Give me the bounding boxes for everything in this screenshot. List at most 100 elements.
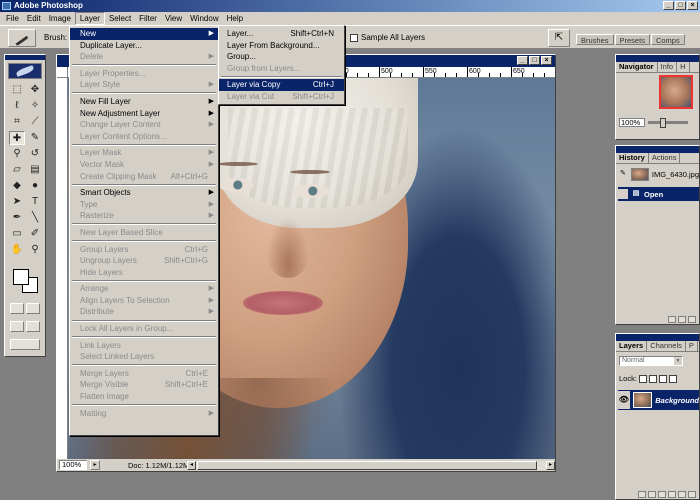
sample-all-layers-checkbox[interactable]: [350, 33, 358, 42]
navigator-zoom-field[interactable]: 100%: [619, 118, 645, 127]
menu-item-new-layer-based-slice[interactable]: New Layer Based Slice: [70, 227, 218, 239]
lasso-tool-icon[interactable]: ℓ: [9, 99, 25, 113]
navigator-preview[interactable]: [659, 75, 693, 109]
minimize-button[interactable]: _: [663, 1, 674, 10]
new-document-from-state-icon[interactable]: [668, 315, 676, 323]
scroll-thumb[interactable]: [197, 461, 537, 470]
menu-item-layer-properties[interactable]: Layer Properties...: [70, 68, 218, 80]
menu-edit[interactable]: Edit: [23, 12, 45, 25]
tab-info[interactable]: Info: [658, 62, 678, 72]
chevron-down-icon[interactable]: ▼: [674, 357, 682, 365]
menu-item-new[interactable]: New ▶: [70, 28, 218, 40]
menu-item-ungroup-layers[interactable]: Ungroup Layers Shift+Ctrl+G: [70, 255, 218, 267]
brush-tool-icon[interactable]: ✎: [27, 131, 43, 145]
close-button[interactable]: ×: [687, 1, 698, 10]
menu-item-create-clipping-mask[interactable]: Create Clipping Mask Alt+Ctrl+G: [70, 171, 218, 183]
menu-item-group[interactable]: Group...: [219, 51, 344, 63]
menu-item-matting[interactable]: Matting ▶: [70, 408, 218, 420]
link-layers-icon[interactable]: [638, 490, 646, 498]
menu-item-new-fill-layer[interactable]: New Fill Layer ▶: [70, 96, 218, 108]
history-state-open[interactable]: ▤ Open: [618, 187, 699, 201]
history-brush-tool-icon[interactable]: ↺: [27, 147, 43, 161]
scroll-left-arrow-icon[interactable]: ◂: [187, 461, 196, 470]
hand-tool-icon[interactable]: ✋: [9, 243, 25, 257]
pen-tool-icon[interactable]: ✒: [9, 211, 25, 225]
notes-tool-icon[interactable]: ▭: [9, 227, 25, 241]
magic-wand-tool-icon[interactable]: ✧: [27, 99, 43, 113]
menu-item-group-from-layers[interactable]: Group from Layers...: [219, 63, 344, 75]
blend-mode-select[interactable]: Normal ▼: [619, 356, 683, 366]
new-layer-icon[interactable]: [678, 490, 686, 498]
menu-item-arrange[interactable]: Arrange ▶: [70, 283, 218, 295]
menu-file[interactable]: File: [2, 12, 23, 25]
dodge-tool-icon[interactable]: ●: [27, 179, 43, 193]
menu-image[interactable]: Image: [45, 12, 75, 25]
new-snapshot-icon[interactable]: [678, 315, 686, 323]
menu-item-change-layer-content[interactable]: Change Layer Content ▶: [70, 119, 218, 131]
tab-navigator[interactable]: Navigator: [616, 62, 658, 72]
layer-style-icon[interactable]: [648, 490, 656, 498]
layer-row-background[interactable]: 👁 Background: [618, 390, 699, 410]
full-screen-mode-icon[interactable]: [26, 321, 40, 332]
marquee-tool-icon[interactable]: ⬚: [9, 83, 25, 97]
foreground-color-swatch[interactable]: [13, 269, 29, 285]
well-tab-presets[interactable]: Presets: [614, 34, 650, 45]
tab-histogram[interactable]: H: [677, 62, 690, 72]
slice-tool-icon[interactable]: ⟋: [27, 115, 43, 129]
menu-select[interactable]: Select: [105, 12, 135, 25]
menu-item-link-layers[interactable]: Link Layers: [70, 340, 218, 352]
path-selection-tool-icon[interactable]: ➤: [9, 195, 25, 209]
menu-item-lock-all-layers-in-group[interactable]: Lock All Layers in Group...: [70, 323, 218, 335]
ruler-origin[interactable]: [57, 67, 68, 78]
zoom-level-field[interactable]: 100%: [59, 460, 87, 470]
healing-brush-tool-icon[interactable]: ✚: [9, 131, 25, 145]
menu-item-flatten-image[interactable]: Flatten Image: [70, 391, 218, 403]
status-options-icon[interactable]: ▸: [90, 460, 100, 470]
standard-mode-icon[interactable]: [10, 303, 24, 314]
clone-stamp-tool-icon[interactable]: ⚲: [9, 147, 25, 161]
crop-tool-icon[interactable]: ⌗: [9, 115, 25, 129]
menu-item-layer-via-cut[interactable]: Layer via Cut Shift+Ctrl+J: [219, 91, 344, 103]
lock-position-checkbox[interactable]: [658, 374, 667, 383]
doc-maximize-button[interactable]: □: [529, 56, 540, 65]
menu-item-layer-content-options[interactable]: Layer Content Options...: [70, 131, 218, 143]
menu-layer[interactable]: Layer: [74, 12, 105, 25]
history-snapshot[interactable]: ✎ IMG_6430.jpg: [618, 167, 699, 181]
menu-item-new-adjustment-layer[interactable]: New Adjustment Layer ▶: [70, 108, 218, 120]
delete-layer-icon[interactable]: [688, 490, 696, 498]
eye-icon[interactable]: 👁: [618, 391, 630, 409]
maximize-button[interactable]: □: [675, 1, 686, 10]
layer-mask-icon[interactable]: [658, 490, 666, 498]
history-palette-title[interactable]: [616, 146, 699, 153]
new-group-icon[interactable]: [668, 490, 676, 498]
well-tab-comps[interactable]: Comps: [650, 34, 685, 45]
standard-screen-mode-icon[interactable]: [10, 321, 24, 332]
menu-item-duplicate-layer[interactable]: Duplicate Layer...: [70, 40, 218, 52]
menu-item-layer-via-copy[interactable]: Layer via Copy Ctrl+J: [219, 79, 344, 91]
document-size-info[interactable]: Doc: 1.12M/1.12M: [128, 461, 189, 470]
vertical-ruler[interactable]: [57, 78, 68, 459]
sample-all-layers-option[interactable]: Sample All Layers: [350, 33, 425, 42]
menu-item-smart-objects[interactable]: Smart Objects ▶: [70, 187, 218, 199]
tab-actions[interactable]: Actions: [649, 153, 681, 163]
menu-filter[interactable]: Filter: [135, 12, 161, 25]
blur-tool-icon[interactable]: ◆: [9, 179, 25, 193]
tab-channels[interactable]: Channels: [647, 341, 686, 351]
menu-view[interactable]: View: [161, 12, 186, 25]
navigator-zoom-slider[interactable]: [648, 118, 688, 128]
menu-item-merge-layers[interactable]: Merge Layers Ctrl+E: [70, 368, 218, 380]
menu-item-distribute[interactable]: Distribute ▶: [70, 306, 218, 318]
menu-item-type[interactable]: Type ▶: [70, 199, 218, 211]
eyedropper-tool-icon[interactable]: ✐: [27, 227, 43, 241]
gradient-tool-icon[interactable]: ▤: [27, 163, 43, 177]
type-tool-icon[interactable]: T: [27, 195, 43, 209]
tab-history[interactable]: History: [616, 153, 649, 163]
tab-paths[interactable]: P: [686, 341, 698, 351]
menu-item-vector-mask[interactable]: Vector Mask ▶: [70, 159, 218, 171]
horizontal-scrollbar[interactable]: ◂ ▸: [187, 461, 555, 470]
lock-image-checkbox[interactable]: [648, 374, 657, 383]
menu-item-select-linked-layers[interactable]: Select Linked Layers: [70, 351, 218, 363]
doc-minimize-button[interactable]: _: [517, 56, 528, 65]
lock-all-checkbox[interactable]: [668, 374, 677, 383]
jump-to-imageready-icon[interactable]: [10, 339, 40, 350]
